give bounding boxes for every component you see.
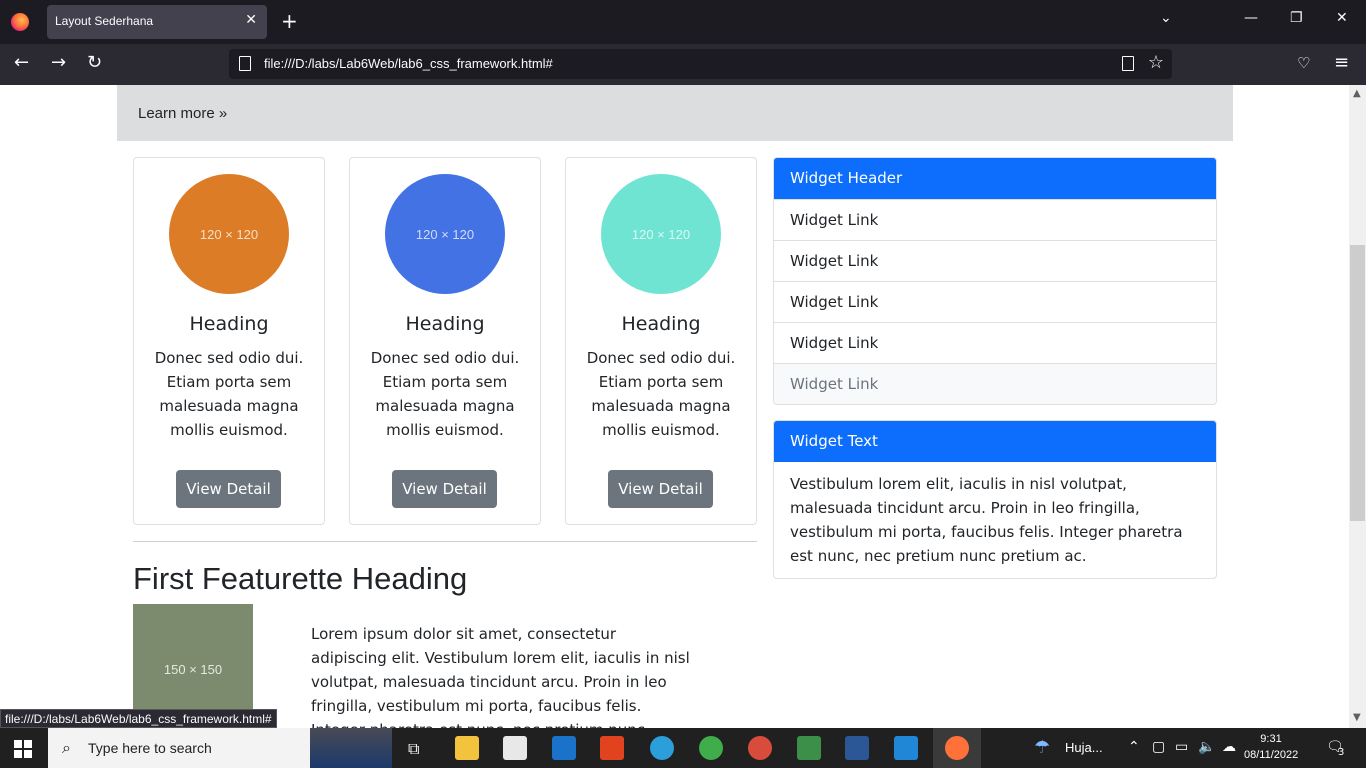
firefox-logo-icon[interactable] xyxy=(11,13,29,31)
tab-close-icon[interactable]: ✕ xyxy=(245,12,257,28)
featurette-text: Lorem ipsum dolor sit amet, consectetur … xyxy=(311,625,690,728)
taskbar-clock[interactable]: 9:31 08/11/2022 xyxy=(1244,731,1298,763)
meet-icon[interactable]: ▢ xyxy=(1152,739,1165,755)
notification-count: 3 xyxy=(1338,747,1345,758)
view-detail-button[interactable]: View Detail xyxy=(392,470,497,508)
minimize-icon[interactable]: — xyxy=(1244,10,1258,26)
file-explorer-icon[interactable] xyxy=(455,736,479,760)
menu-icon[interactable]: ≡ xyxy=(1334,53,1349,73)
scroll-up-icon[interactable]: ▲ xyxy=(1353,88,1361,99)
jumbotron: Learn more » xyxy=(117,85,1233,141)
word-icon[interactable] xyxy=(845,736,869,760)
clock-date: 08/11/2022 xyxy=(1244,749,1299,761)
weather-text[interactable]: Huja... xyxy=(1065,740,1103,755)
restore-icon[interactable]: ❐ xyxy=(1290,10,1303,26)
card-heading: Heading xyxy=(189,313,269,335)
chrome-profile-icon[interactable] xyxy=(748,736,772,760)
chrome-icon[interactable] xyxy=(699,736,723,760)
widget-link[interactable]: Widget Link xyxy=(774,322,1216,363)
widget-text-header: Widget Text xyxy=(774,421,1216,462)
card: 120 × 120 Heading Donec sed odio dui. Et… xyxy=(349,157,541,525)
weather-umbrella-icon[interactable]: ☂ xyxy=(1034,737,1050,758)
forward-icon[interactable]: → xyxy=(51,53,66,73)
git-icon[interactable] xyxy=(797,736,821,760)
widget-text-panel: Widget Text Vestibulum lorem elit, iacul… xyxy=(773,420,1217,579)
page-scrollbar[interactable]: ▲ ▼ xyxy=(1349,85,1366,728)
page-content: Learn more » 120 × 120 Heading Donec sed… xyxy=(0,85,1349,728)
url-bar[interactable]: file:///D:/labs/Lab6Web/lab6_css_framewo… xyxy=(229,49,1172,79)
browser-nav-bar: ← → ↻ file:///D:/labs/Lab6Web/lab6_css_f… xyxy=(0,44,1366,85)
firefox-icon xyxy=(945,736,969,760)
vscode-icon[interactable] xyxy=(894,736,918,760)
card: 120 × 120 Heading Donec sed odio dui. Et… xyxy=(133,157,325,525)
windows-start-icon[interactable] xyxy=(14,740,32,758)
browser-tab[interactable]: Layout Sederhana ✕ xyxy=(47,5,267,39)
view-detail-button[interactable]: View Detail xyxy=(176,470,281,508)
widget-link[interactable]: Widget Link xyxy=(774,363,1216,404)
card-text: Donec sed odio dui. Etiam porta sem male… xyxy=(586,349,736,439)
office-icon[interactable] xyxy=(600,736,624,760)
back-icon[interactable]: ← xyxy=(14,53,29,73)
tab-title: Layout Sederhana xyxy=(55,14,154,28)
close-window-icon[interactable]: ✕ xyxy=(1336,10,1348,26)
card-heading: Heading xyxy=(405,313,485,335)
reader-view-icon[interactable] xyxy=(1122,56,1134,71)
card-image: 120 × 120 xyxy=(385,174,505,294)
view-detail-button[interactable]: View Detail xyxy=(608,470,713,508)
taskbar-search[interactable]: ⌕ Type here to search xyxy=(48,728,392,768)
search-icon: ⌕ xyxy=(62,738,71,757)
microsoft-store-icon[interactable] xyxy=(503,736,527,760)
windows-taskbar: ⌕ Type here to search ⧉ ☂ Huja... ⌃ ▢ ▭ … xyxy=(0,728,1366,768)
learn-more-link[interactable]: Learn more » xyxy=(138,105,227,122)
url-text[interactable]: file:///D:/labs/Lab6Web/lab6_css_framewo… xyxy=(264,56,553,71)
volume-icon[interactable]: 🔈 xyxy=(1198,739,1215,755)
widget-link[interactable]: Widget Link xyxy=(774,240,1216,281)
reload-icon[interactable]: ↻ xyxy=(87,53,102,73)
bookmark-star-icon[interactable]: ☆ xyxy=(1148,52,1164,73)
widget-text-body: Vestibulum lorem elit, iaculis in nisl v… xyxy=(790,475,1183,565)
scroll-thumb[interactable] xyxy=(1350,245,1365,521)
pocket-icon[interactable]: ♡ xyxy=(1297,53,1310,73)
card-image: 120 × 120 xyxy=(169,174,289,294)
page-icon xyxy=(239,56,251,71)
divider xyxy=(133,541,757,542)
task-view-icon[interactable]: ⧉ xyxy=(408,739,419,759)
card-image: 120 × 120 xyxy=(601,174,721,294)
widget-link[interactable]: Widget Link xyxy=(774,281,1216,322)
mail-icon[interactable] xyxy=(552,736,576,760)
firefox-taskbar-active[interactable] xyxy=(933,728,981,768)
chevron-up-icon[interactable]: ⌃ xyxy=(1128,739,1140,755)
list-tabs-icon[interactable]: ⌄ xyxy=(1160,10,1172,26)
clock-time: 9:31 xyxy=(1260,733,1282,745)
new-tab-icon[interactable]: + xyxy=(281,10,298,32)
status-bar-url: file:///D:/labs/Lab6Web/lab6_css_framewo… xyxy=(0,709,277,728)
card-text: Donec sed odio dui. Etiam porta sem male… xyxy=(154,349,304,439)
scroll-down-icon[interactable]: ▼ xyxy=(1353,712,1361,723)
search-highlight-image xyxy=(310,728,392,768)
widget-link[interactable]: Widget Link xyxy=(774,199,1216,240)
browser-tab-bar: Layout Sederhana ✕ + ⌄ — ❐ ✕ xyxy=(0,0,1366,44)
widget-header: Widget Header xyxy=(774,158,1216,199)
card-heading: Heading xyxy=(621,313,701,335)
featurette-heading: First Featurette Heading xyxy=(133,561,468,596)
battery-icon[interactable]: ▭ xyxy=(1175,739,1188,755)
card: 120 × 120 Heading Donec sed odio dui. Et… xyxy=(565,157,757,525)
onedrive-cloud-icon[interactable]: ☁ xyxy=(1222,739,1236,755)
search-placeholder: Type here to search xyxy=(88,740,212,756)
card-text: Donec sed odio dui. Etiam porta sem male… xyxy=(370,349,520,439)
widget-links-panel: Widget Header Widget Link Widget Link Wi… xyxy=(773,157,1217,405)
edge-icon[interactable] xyxy=(650,736,674,760)
